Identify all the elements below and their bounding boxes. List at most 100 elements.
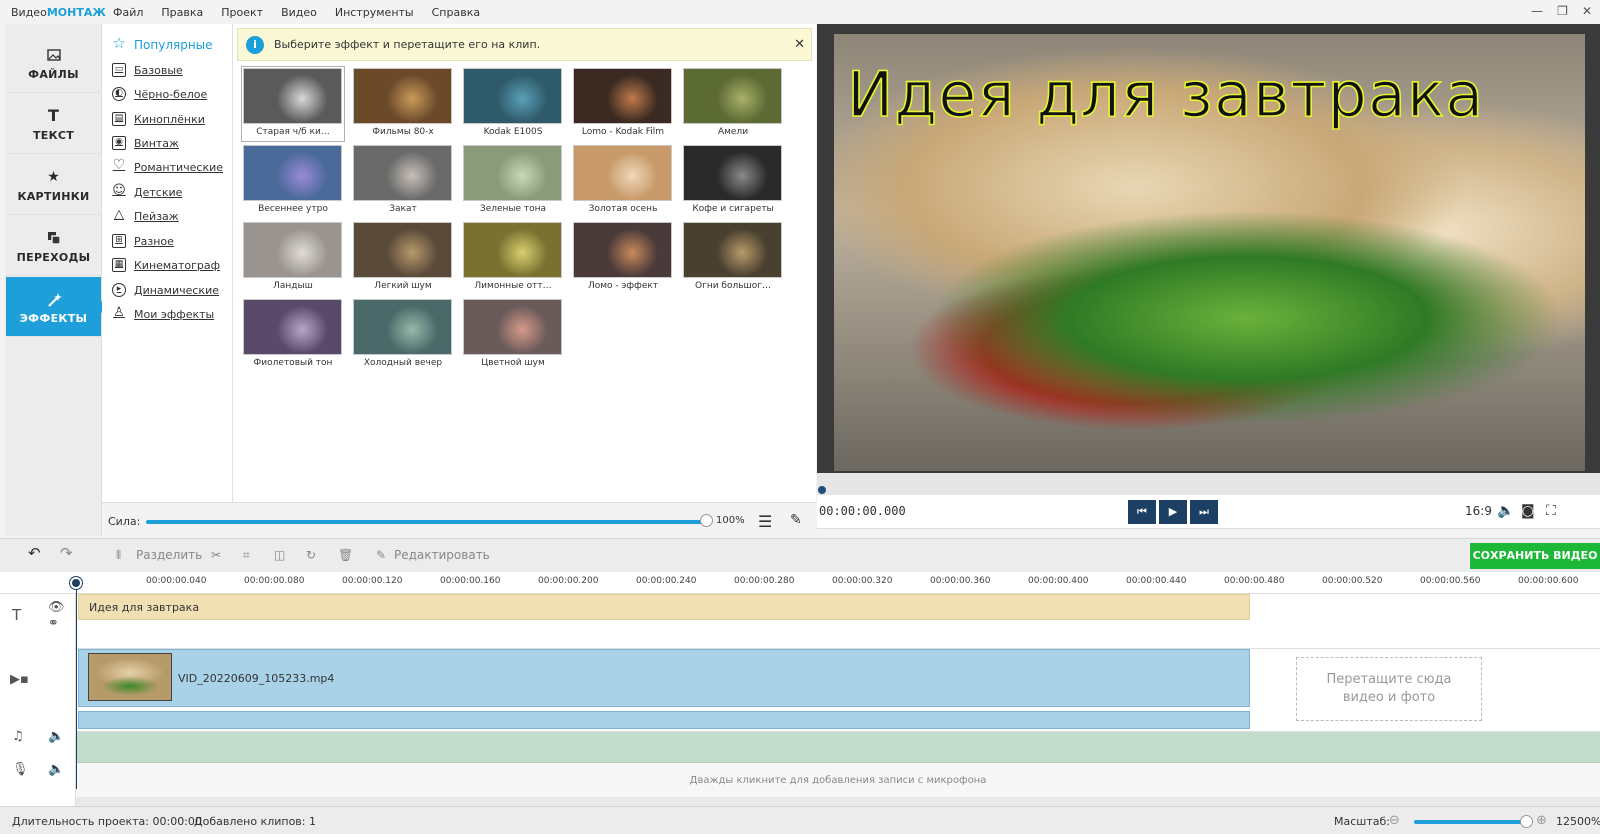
effect-tile[interactable]: Закат [353,145,453,217]
zoom-slider[interactable] [1414,820,1526,824]
volume-icon[interactable]: 🔈 [1497,503,1514,519]
effect-tile[interactable]: Ломо - эффект [573,222,673,294]
effect-tile[interactable]: Кофе и сигареты [683,145,783,217]
snapshot-camera-icon[interactable]: ◙ [1521,503,1535,519]
effect-tile[interactable]: Lomo - Kodak Film [573,68,673,140]
nav-effects[interactable]: ЭФФЕКТЫ [6,277,107,337]
zoom-in-icon[interactable]: ⊕ [1536,813,1547,828]
contrast-icon: ◐ [112,87,126,101]
maximize-button[interactable]: ❐ [1557,4,1568,18]
effect-thumbnail [353,145,452,201]
effect-tile[interactable]: Золотая осень [573,145,673,217]
strength-slider[interactable] [146,520,710,524]
effect-tile[interactable]: Легкий шум [353,222,453,294]
edit-icon[interactable]: ✎ [376,548,386,562]
category-romantic[interactable]: ♡ Романтические [112,158,223,176]
effect-tile[interactable]: Фиолетовый тон [243,299,343,371]
audio-track[interactable] [76,732,1600,763]
effect-tile[interactable]: Лимонные отт… [463,222,563,294]
crop-icon[interactable]: ⌗ [243,548,250,563]
menu-video[interactable]: Видео [281,6,317,19]
audio-volume-icon[interactable]: 🔈 [48,729,64,744]
effect-tile[interactable]: Амели [683,68,783,140]
category-landscape[interactable]: △ Пейзаж [112,207,179,225]
menu-help[interactable]: Справка [432,6,480,19]
effect-tile[interactable]: Весеннее утро [243,145,343,217]
trim-icon[interactable]: ◫ [274,548,285,562]
link-icon[interactable]: ⚭ [48,616,59,631]
text-track-icon: T [12,606,22,624]
rotate-icon[interactable]: ↻ [306,548,316,562]
nav-text[interactable]: T ТЕКСТ [6,94,101,154]
video-clip-audio[interactable] [78,711,1250,729]
effect-thumbnail [573,68,672,124]
timeline-scrollbar[interactable] [76,797,1600,806]
effect-thumbnail [463,299,562,355]
category-dynamic[interactable]: ▸ Динамические [112,281,219,299]
settings-sliders-icon[interactable]: ☰ [758,512,772,531]
effect-tile[interactable]: Цветной шум [463,299,563,371]
effect-tile[interactable]: Холодный вечер [353,299,453,371]
delete-icon[interactable]: 🗑 [338,548,353,562]
close-button[interactable]: ✕ [1582,4,1592,18]
category-misc[interactable]: ⊞ Разное [112,232,174,250]
category-film[interactable]: ▤ Киноплёнки [112,110,205,128]
menu-tools[interactable]: Инструменты [335,6,414,19]
zoom-slider-handle[interactable] [1520,815,1533,828]
playhead[interactable] [69,576,83,590]
category-my-effects[interactable]: ♙ Мои эффекты [112,305,214,323]
redo-icon[interactable]: ↷ [60,544,73,562]
previous-frame-button[interactable]: ⏮ [1128,500,1156,524]
eye-icon[interactable]: 👁 [48,600,65,615]
menu-project[interactable]: Проект [221,6,263,19]
preview-scrubber[interactable] [817,473,1600,495]
save-video-button[interactable]: СОХРАНИТЬ ВИДЕО [1470,543,1600,569]
text-icon: T [48,106,59,125]
effect-tile[interactable]: Фильмы 80-х [353,68,453,140]
split-button[interactable]: Разделить [136,548,202,562]
effect-label: Зеленые тона [479,204,547,214]
edit-button[interactable]: Редактировать [394,548,490,562]
effect-label: Амели [717,127,749,137]
strength-slider-handle[interactable] [700,514,713,527]
effect-tile[interactable]: Ландыш [243,222,343,294]
timeline-ruler[interactable]: 00:00:00.040 00:00:00.080 00:00:00.120 00:0… [0,572,1600,594]
effect-thumbnail [353,68,452,124]
zoom-out-icon[interactable]: ⊖ [1389,813,1400,828]
nav-files[interactable]: ФАЙЛЫ [6,33,101,93]
clips-count: Добавлено клипов: 1 [194,815,316,828]
aspect-ratio[interactable]: 16:9 [1465,504,1492,518]
menu-file[interactable]: Файл [113,6,143,19]
effect-tile[interactable]: Зеленые тона [463,145,563,217]
mic-volume-icon[interactable]: 🔈 [48,762,64,777]
undo-icon[interactable]: ↶ [28,544,41,562]
cut-icon[interactable]: ✂ [211,548,221,562]
effect-tile[interactable]: Старая ч/б ки… [241,66,345,142]
microphone-track[interactable]: Дважды кликните для добавления записи с … [76,763,1600,797]
category-cinematic[interactable]: ▦ Кинематограф [112,256,220,274]
effect-tile[interactable]: Kodak E100S [463,68,563,140]
close-hint-icon[interactable]: ✕ [794,37,805,52]
effect-thumbnail [243,222,342,278]
fullscreen-icon[interactable]: ⛶ [1546,503,1556,519]
nav-transitions[interactable]: ПЕРЕХОДЫ [6,216,101,276]
menu-edit[interactable]: Правка [161,6,203,19]
scrubber-handle[interactable] [818,486,826,494]
text-clip[interactable]: Идея для завтрака [78,594,1250,620]
drop-zone[interactable]: Перетащите сюда видео и фото [1296,657,1482,721]
category-popular[interactable]: ☆ Популярные [112,36,212,54]
minimize-button[interactable]: — [1531,4,1543,18]
effect-tile[interactable]: Огни большог… [683,222,783,294]
split-icon[interactable]: ⫴ [116,548,121,563]
play-button[interactable]: ▶ [1159,500,1187,524]
category-vintage[interactable]: ◉ Винтаж [112,134,179,152]
category-bw[interactable]: ◐ Чёрно-белое [112,85,207,103]
effect-label: Фильмы 80-х [372,127,434,137]
category-basic[interactable]: ▭ Базовые [112,61,183,79]
apply-brush-icon[interactable]: ✎ [790,512,802,528]
category-kids[interactable]: ☺ Детские [112,183,182,201]
next-frame-button[interactable]: ⏭ [1190,500,1218,524]
nav-pictures[interactable]: ★ КАРТИНКИ [6,155,101,215]
music-icon: ♫ [12,729,24,744]
ruler-tick-label: 00:00:00.160 [440,576,501,586]
